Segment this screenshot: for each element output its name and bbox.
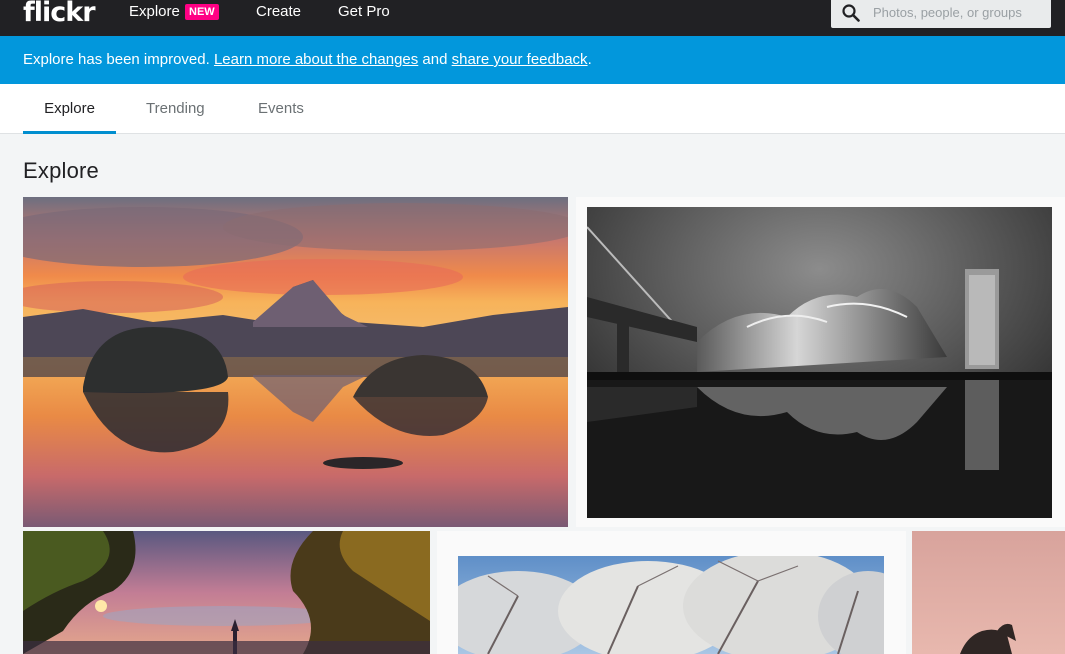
- nav-create-link[interactable]: Create: [256, 0, 301, 36]
- nav-explore-link[interactable]: Explore: [129, 0, 180, 36]
- announcement-banner: Explore has been improved. Learn more ab…: [0, 36, 1065, 84]
- photo-tile[interactable]: [23, 197, 568, 527]
- sunset-trees-photo: [23, 531, 430, 654]
- banner-text-mid: and: [418, 51, 452, 68]
- photo-tile[interactable]: [912, 531, 1065, 654]
- search-box: [831, 0, 1051, 28]
- tab-explore[interactable]: Explore: [23, 84, 116, 134]
- banner-text: Explore has been improved.: [23, 51, 214, 68]
- tab-events[interactable]: Events: [258, 84, 304, 134]
- new-badge: NEW: [185, 4, 219, 20]
- search-button[interactable]: [831, 0, 869, 28]
- search-icon: [842, 4, 860, 22]
- blossom-trees-photo: [458, 556, 884, 654]
- photo-tile[interactable]: [587, 207, 1052, 518]
- page-title: Explore: [23, 158, 99, 183]
- learn-more-link[interactable]: Learn more about the changes: [214, 51, 418, 68]
- top-nav: flickr Explore NEW Create Get Pro: [0, 0, 1065, 36]
- nav-get-pro-link[interactable]: Get Pro: [338, 0, 390, 36]
- sub-nav: Explore Trending Events: [0, 84, 1065, 134]
- photo-tile[interactable]: [23, 531, 430, 654]
- bw-architecture-photo: [587, 207, 1052, 518]
- share-feedback-link[interactable]: share your feedback: [452, 51, 588, 68]
- horse-dawn-photo: [912, 531, 1065, 654]
- mountain-lake-photo: [23, 197, 568, 527]
- banner-text-end: .: [587, 51, 592, 68]
- photo-tile[interactable]: [458, 556, 884, 654]
- search-input[interactable]: [873, 0, 1045, 28]
- flickr-logo[interactable]: flickr: [23, 0, 96, 31]
- tab-trending[interactable]: Trending: [146, 84, 205, 134]
